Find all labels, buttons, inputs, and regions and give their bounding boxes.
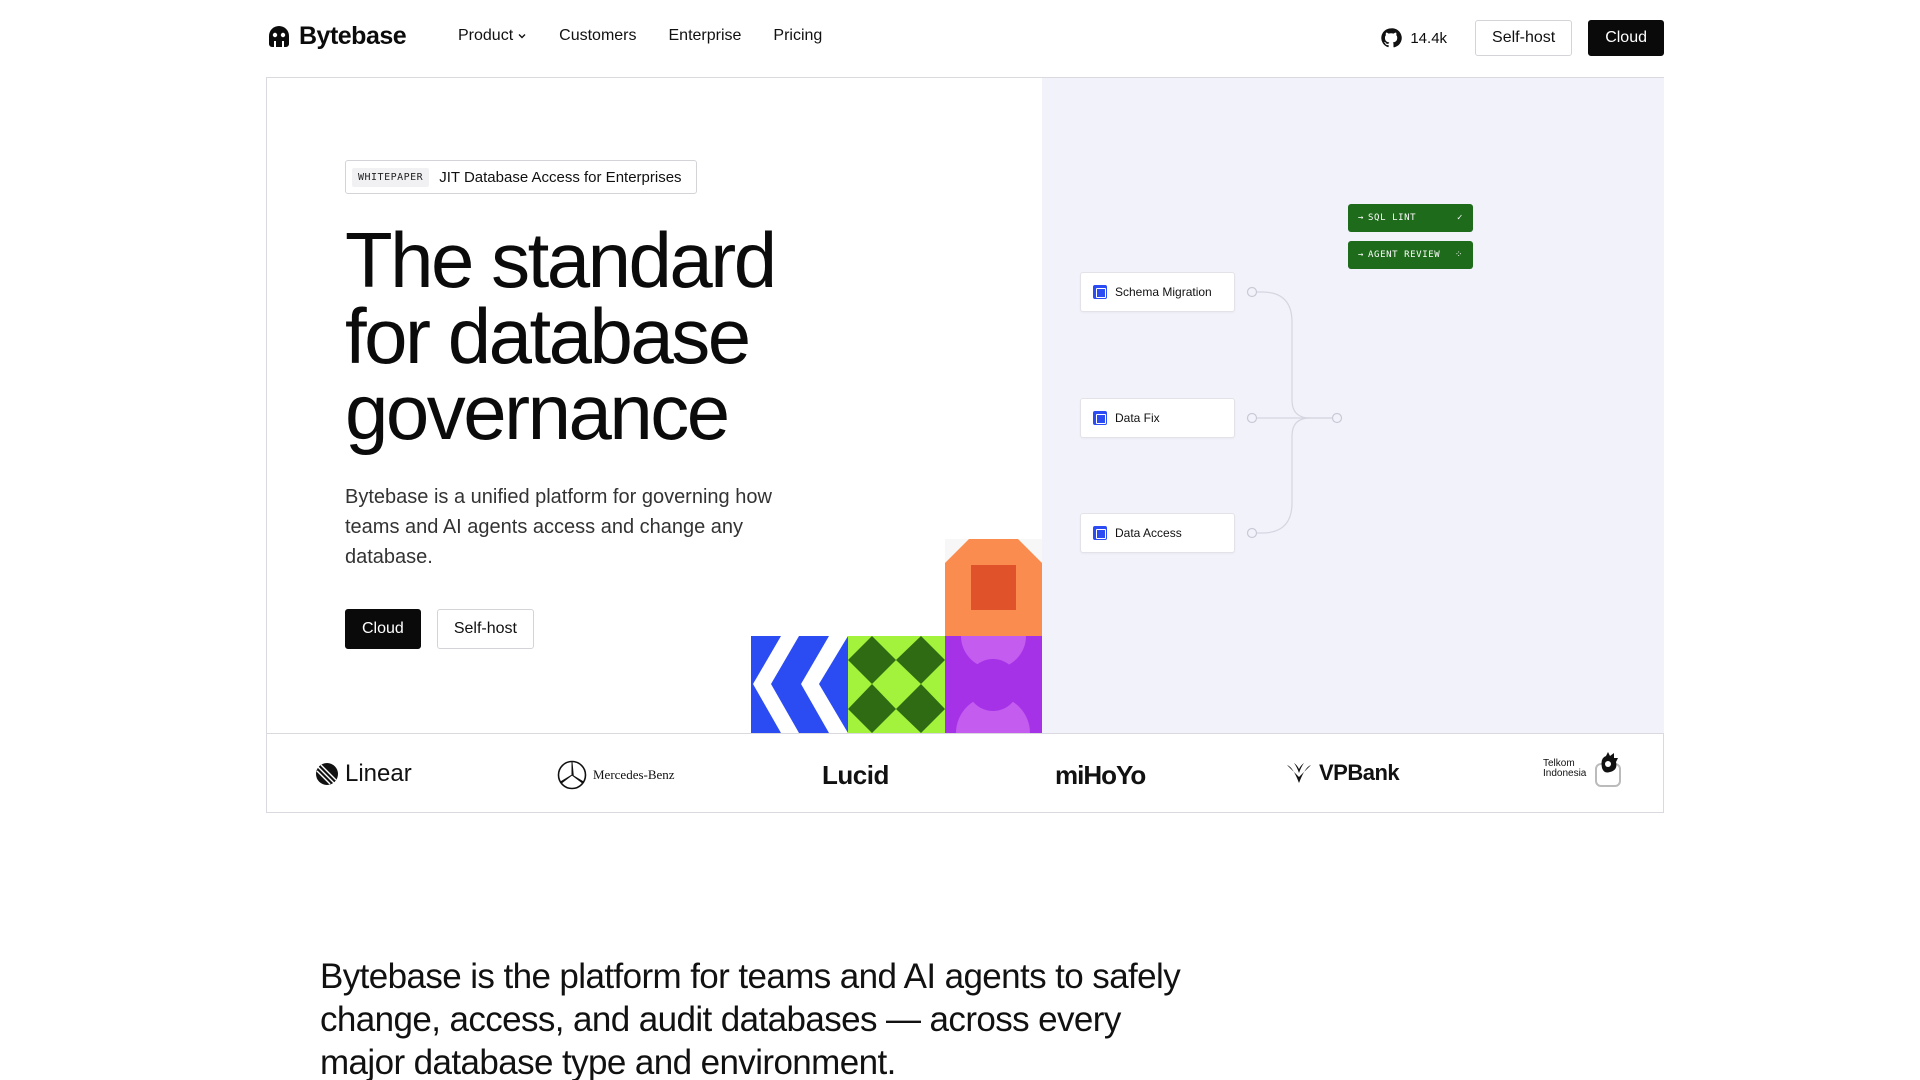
hero-subheadline: Bytebase is a unified platform for gover… [345, 486, 772, 568]
nav-pricing[interactable]: Pricing [773, 27, 822, 45]
node-label: Data Fix [1115, 411, 1160, 425]
check-agent-review[interactable]: → AGENT REVIEW ⁘ [1348, 241, 1473, 269]
logo-telkom-text: Telkom Indonesia [1543, 759, 1586, 779]
nav-actions: 14.4k Self-host Cloud [1380, 20, 1664, 56]
logo-vpbank-text: VPBank [1319, 760, 1400, 785]
logo-lucid-text: Lucid [822, 760, 889, 790]
arrow-right-icon: → [1358, 250, 1365, 260]
github-icon [1381, 28, 1403, 48]
cloud-button[interactable]: Cloud [1588, 20, 1664, 56]
hero-headline: The standard for database governance [345, 216, 777, 456]
logo-mercedes-text: Mercedes-Benz [593, 767, 675, 782]
logo-mihoyo: miHoYo [1055, 760, 1146, 791]
orange-square-tile [945, 539, 1042, 636]
chevron-down-icon [518, 34, 526, 39]
mercedes-star-icon [557, 760, 587, 790]
node-data-fix[interactable]: Data Fix [1080, 398, 1235, 438]
document-icon [1093, 285, 1107, 299]
schema-migration-port [1246, 286, 1258, 298]
logo-lucid: Lucid [822, 760, 889, 791]
geometric-pattern [751, 539, 1042, 733]
data-access-port [1246, 527, 1258, 539]
nav-enterprise[interactable]: Enterprise [669, 27, 742, 45]
github-stars-link[interactable]: 14.4k [1380, 27, 1447, 49]
bytebase-logo[interactable]: Bytebase [265, 22, 407, 51]
merge-port [1331, 412, 1343, 424]
checkmark-icon: ✓ [1456, 213, 1463, 223]
node-schema-migration[interactable]: Schema Migration [1080, 272, 1235, 312]
whitepaper-badge[interactable]: WHITEPAPER JIT Database Access for Enter… [345, 160, 697, 194]
logo-telkom-indonesia: Telkom Indonesia [1543, 750, 1622, 788]
spinner-icon: ⁘ [1454, 250, 1463, 260]
logo-linear-text: Linear [345, 760, 412, 787]
badge-tag: WHITEPAPER [352, 167, 430, 187]
green-diamond-tile [848, 636, 945, 733]
top-nav: Bytebase Product Customers Enterprise Pr… [0, 0, 1920, 75]
platform-statement: Bytebase is the platform for teams and A… [320, 957, 1181, 1080]
check-label: AGENT REVIEW [1368, 250, 1441, 260]
nav-links: Product Customers Enterprise Pricing [458, 27, 822, 45]
blue-arrow-tile [751, 636, 848, 733]
github-stars-count: 14.4k [1410, 29, 1448, 47]
telkom-line2: Indonesia [1543, 768, 1587, 779]
telkom-hand-icon [1595, 752, 1622, 787]
check-sql-lint[interactable]: → SQL LINT ✓ [1348, 204, 1473, 232]
badge-text: JIT Database Access for Enterprises [439, 168, 682, 186]
node-label: Data Access [1115, 526, 1182, 540]
nav-customers[interactable]: Customers [559, 27, 636, 45]
logo-linear: Linear [315, 760, 412, 788]
self-host-button[interactable]: Self-host [1475, 20, 1573, 56]
arrow-right-icon: → [1358, 213, 1365, 223]
logo-mercedes-benz: Mercedes-Benz [557, 760, 675, 790]
bytebase-logo-icon [269, 25, 289, 47]
workflow-panel: Schema Migration Data Fix Data Access → S… [1042, 78, 1664, 733]
document-icon [1093, 526, 1107, 540]
hero-section: WHITEPAPER JIT Database Access for Enter… [266, 77, 1664, 813]
node-data-access[interactable]: Data Access [1080, 513, 1235, 553]
hero-cloud-button[interactable]: Cloud [345, 609, 421, 649]
node-label: Schema Migration [1115, 285, 1212, 299]
hero-cta-group: Cloud Self-host [345, 609, 534, 649]
logo-vpbank: VPBank [1285, 760, 1400, 786]
hero-self-host-button[interactable]: Self-host [436, 609, 534, 649]
nav-product-label: Product [458, 27, 514, 44]
logo-text: Bytebase [299, 22, 407, 50]
document-icon [1093, 411, 1107, 425]
check-label: SQL LINT [1368, 213, 1417, 223]
logo-mihoyo-text: miHoYo [1055, 760, 1146, 790]
data-fix-port [1246, 412, 1258, 424]
purple-circle-tile [945, 636, 1042, 733]
linear-logo-icon [316, 763, 338, 785]
nav-product[interactable]: Product [458, 27, 527, 45]
vpbank-logo-icon [1287, 763, 1311, 783]
customer-logos: Linear Mercedes-Benz Lucid miHoYo VPBank… [267, 733, 1663, 812]
